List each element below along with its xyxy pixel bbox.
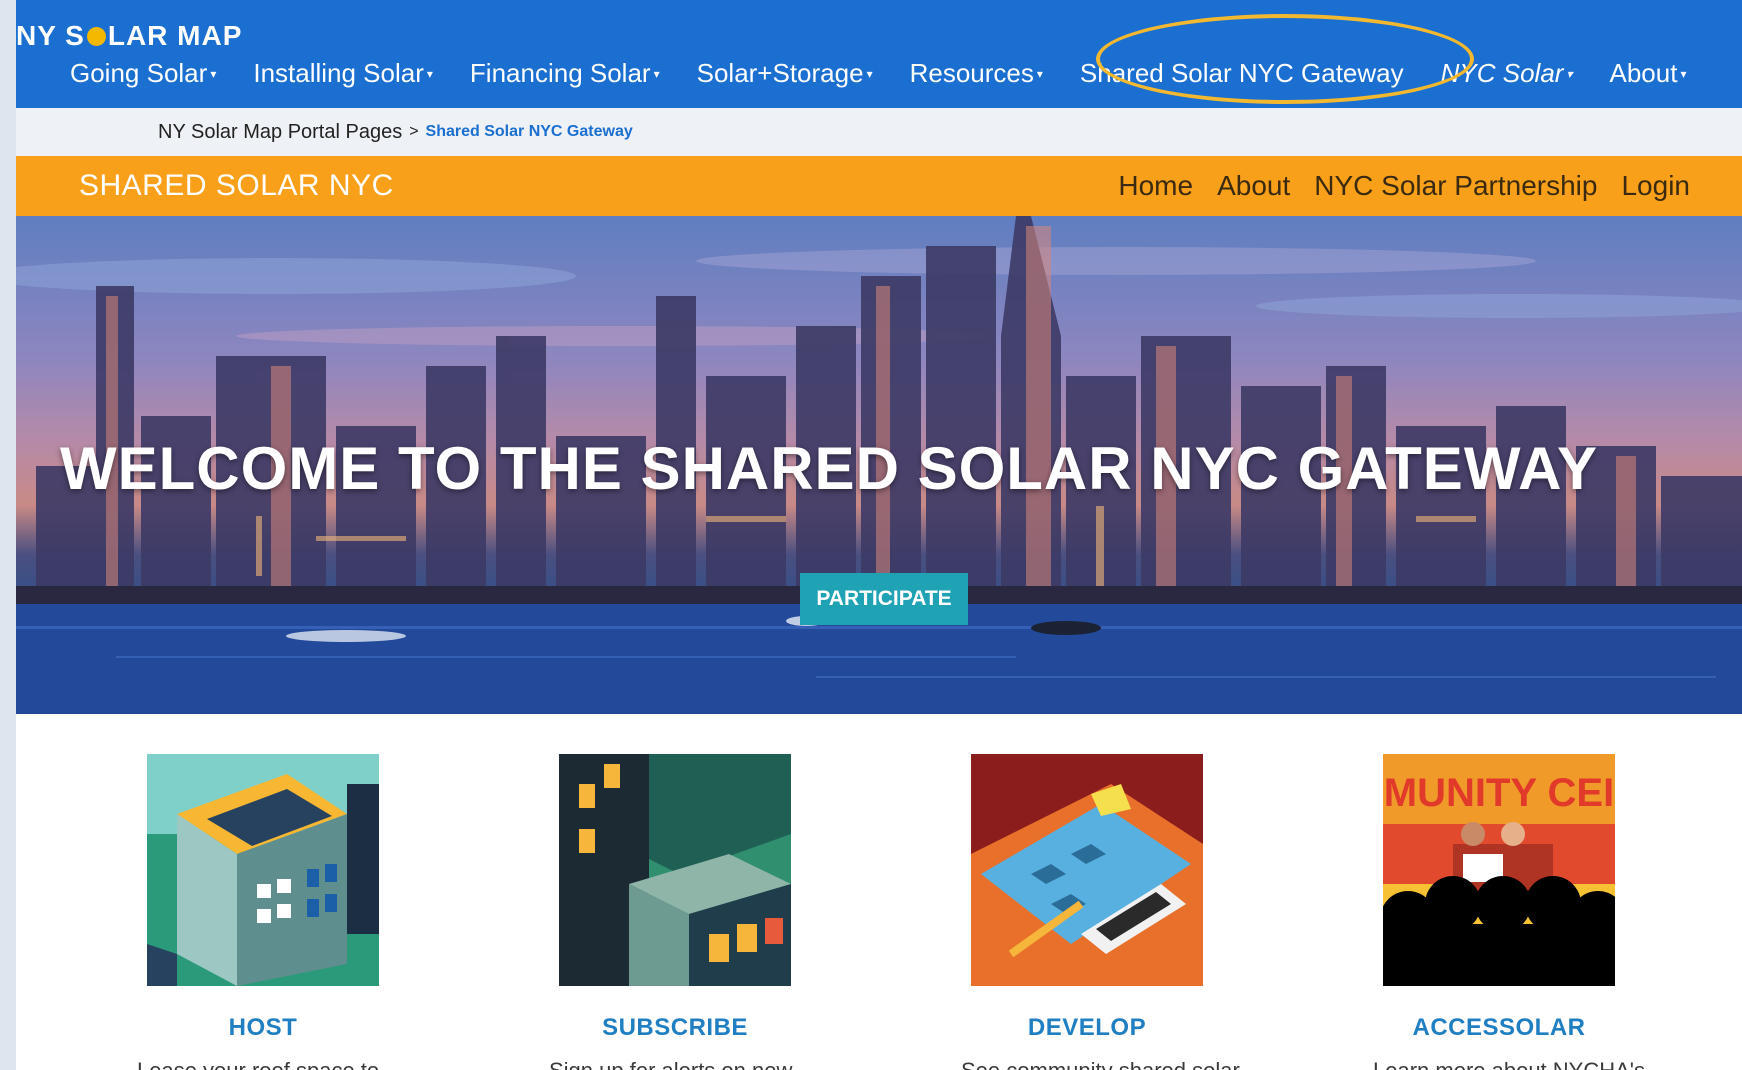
chevron-down-icon: ▾ — [653, 66, 660, 81]
card-desc-accessolar: Learn more about NYCHA's — [1373, 1058, 1645, 1070]
blueprint-phone-icon[interactable] — [971, 754, 1203, 986]
card-title-accessolar[interactable]: ACCESSOLAR — [1383, 1014, 1615, 1042]
nav-item-label: Shared Solar NYC Gateway — [1079, 58, 1404, 88]
nav-item-shared-solar-nyc-gateway[interactable]: Shared Solar NYC Gateway — [1064, 58, 1425, 89]
logo-text-suffix: LAR MAP — [107, 20, 243, 51]
card-title-host[interactable]: HOST — [147, 1014, 379, 1042]
site-nav-links: Home About NYC Solar Partnership Login — [1118, 170, 1690, 202]
nav-item-about[interactable]: About ▾ — [1593, 58, 1707, 89]
site-title[interactable]: SHARED SOLAR NYC — [79, 169, 394, 203]
nav-item-installing-solar[interactable]: Installing Solar ▾ — [237, 58, 454, 89]
card-desc-develop: See community shared solar — [961, 1058, 1240, 1070]
nav-item-label: Solar+Storage — [696, 58, 864, 88]
nav-item-label: Installing Solar — [253, 58, 424, 88]
chevron-down-icon: ▾ — [1680, 66, 1687, 81]
site-header-bar: SHARED SOLAR NYC Home About NYC Solar Pa… — [16, 156, 1742, 216]
hero-title: WELCOME TO THE SHARED SOLAR NYC GATEWAY — [60, 435, 1598, 502]
nav-item-label: Financing Solar — [469, 58, 651, 88]
site-nav-about[interactable]: About — [1217, 170, 1290, 202]
nav-item-financing-solar[interactable]: Financing Solar ▾ — [454, 58, 681, 89]
browser-viewport: NY S LAR MAP Going Solar ▾ Installing Sola… — [0, 0, 1742, 1070]
sun-icon — [86, 26, 106, 46]
chevron-down-icon: ▾ — [866, 66, 873, 81]
community-center-sign-text: MUNITY CEI — [1384, 771, 1614, 815]
community-center-audience-icon[interactable]: MUNITY CEI — [1383, 754, 1615, 986]
breadcrumb-parent-link[interactable]: NY Solar Map Portal Pages — [158, 121, 402, 144]
site-nav-nyc-solar-partnership[interactable]: NYC Solar Partnership — [1314, 170, 1597, 202]
feature-cards: HOST Lease your roof space to SUBSCRIBE — [16, 714, 1742, 1070]
card-title-develop[interactable]: DEVELOP — [971, 1014, 1203, 1042]
rooftop-solar-building-icon[interactable] — [147, 754, 379, 986]
breadcrumb-separator: > — [409, 123, 419, 140]
participate-button[interactable]: PARTICIPATE — [800, 573, 968, 625]
card-subscribe: SUBSCRIBE Sign up for alerts on new — [549, 754, 792, 1070]
nav-item-label: Going Solar — [70, 58, 208, 88]
nav-item-label: About — [1609, 58, 1678, 88]
site-logo[interactable]: NY S LAR MAP — [16, 20, 242, 52]
nav-item-nyc-solar[interactable]: NYC Solar ▾ — [1425, 58, 1594, 89]
breadcrumb: NY Solar Map Portal Pages > Shared Solar… — [16, 108, 1742, 156]
site-nav-login[interactable]: Login — [1621, 170, 1690, 202]
main-navbar: NY S LAR MAP Going Solar ▾ Installing Sola… — [16, 0, 1742, 108]
nav-item-solar-storage[interactable]: Solar+Storage ▾ — [681, 58, 894, 89]
card-develop: DEVELOP See community shared solar — [961, 754, 1240, 1070]
chevron-down-icon: ▾ — [210, 66, 217, 81]
card-title-subscribe[interactable]: SUBSCRIBE — [559, 1014, 791, 1042]
apartment-windows-icon[interactable] — [559, 754, 791, 986]
nav-item-label: NYC Solar — [1440, 58, 1564, 88]
main-menu: Going Solar ▾ Installing Solar ▾ Financing S… — [54, 58, 1707, 89]
chevron-down-icon: ▾ — [1566, 66, 1573, 81]
nav-item-going-solar[interactable]: Going Solar ▾ — [54, 58, 237, 89]
card-host: HOST Lease your roof space to — [137, 754, 379, 1070]
chevron-down-icon: ▾ — [1036, 66, 1043, 81]
chevron-down-icon: ▾ — [426, 66, 433, 81]
nav-item-label: Resources — [909, 58, 1034, 88]
logo-text-prefix: NY S — [16, 20, 85, 51]
hero-banner: WELCOME TO THE SHARED SOLAR NYC GATEWAY … — [16, 216, 1742, 714]
site-nav-home[interactable]: Home — [1118, 170, 1193, 202]
card-desc-host: Lease your roof space to — [137, 1058, 379, 1070]
breadcrumb-current[interactable]: Shared Solar NYC Gateway — [426, 123, 633, 141]
card-desc-subscribe: Sign up for alerts on new — [549, 1058, 792, 1070]
nav-item-resources[interactable]: Resources ▾ — [894, 58, 1064, 89]
card-accessolar: MUNITY CEI ACCESSOLAR Learn more about N… — [1373, 754, 1645, 1070]
